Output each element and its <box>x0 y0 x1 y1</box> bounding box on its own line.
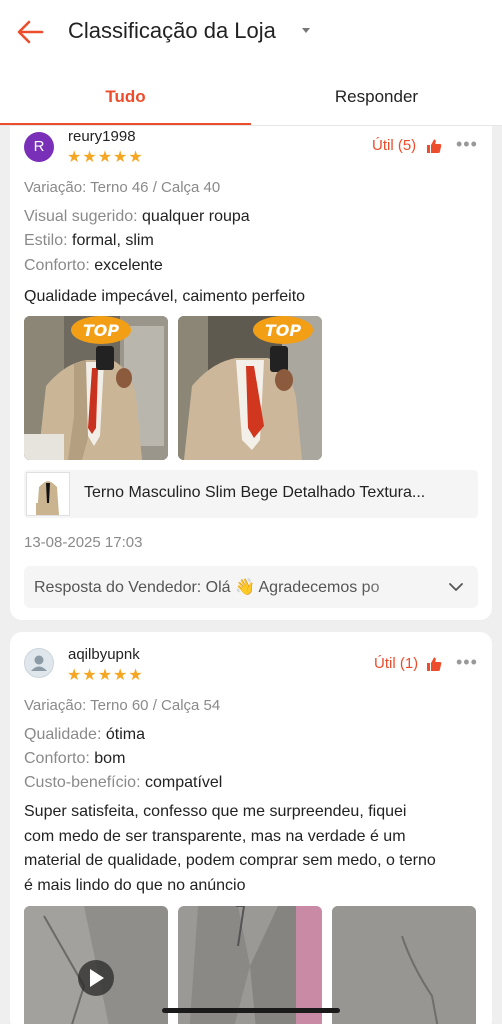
review-text-line: material de qualidade, podem comprar sem… <box>24 852 436 869</box>
product-name: Terno Masculino Slim Bege Detalhado Text… <box>84 484 426 501</box>
attribute-row: Visual sugerido: qualquer roupa <box>24 208 250 226</box>
review-text: Super satisfeita, confesso que me surpre… <box>24 800 484 898</box>
tab-bar: Tudo Responder <box>0 68 502 126</box>
reply-fade <box>362 566 432 608</box>
attribute-row: Conforto: bom <box>24 750 125 768</box>
attribute-key: Qualidade: <box>24 726 102 743</box>
attribute-row: Conforto: excelente <box>24 257 163 275</box>
attribute-value: bom <box>94 750 126 767</box>
attribute-value: compatível <box>144 774 223 791</box>
badge-label: TOP <box>265 321 302 340</box>
reviewer-username: aqilbyupnk <box>68 646 140 663</box>
more-options-icon[interactable]: ••• <box>456 134 478 155</box>
dropdown-caret-icon[interactable] <box>302 28 310 33</box>
back-arrow-icon[interactable] <box>14 16 46 48</box>
attribute-value: qualquer roupa <box>142 208 250 225</box>
review-text-line: Super satisfeita, confesso que me surpre… <box>24 803 407 820</box>
top-bar: Classificação da Loja <box>0 0 502 68</box>
product-thumbnail <box>26 472 70 516</box>
review-video[interactable] <box>24 906 168 1024</box>
review-date: 13-08-2025 17:03 <box>24 534 143 551</box>
badge-label: TOP <box>83 321 120 340</box>
attribute-key: Custo-benefício: <box>24 774 141 791</box>
review-card: aqilbyupnk ★★★★★ Útil (1) ••• Variação: … <box>10 632 492 1024</box>
page-title[interactable]: Classificação da Loja <box>68 18 276 44</box>
variation-text: Variação: Terno 46 / Calça 40 <box>24 179 221 196</box>
chevron-down-icon[interactable] <box>448 580 464 594</box>
avatar[interactable]: R <box>24 132 54 162</box>
attribute-row: Estilo: formal, slim <box>24 232 154 250</box>
reviewer-username: reury1998 <box>68 128 136 145</box>
seller-reply[interactable]: Resposta do Vendedor: Olá 👋 Agradecemos … <box>24 566 478 608</box>
review-photo[interactable] <box>332 906 476 1024</box>
top-badge-sticker: TOP <box>253 316 313 344</box>
top-badge-sticker: TOP <box>71 316 131 344</box>
avatar[interactable] <box>24 648 54 678</box>
attribute-key: Conforto: <box>24 257 90 274</box>
thumbs-up-icon[interactable] <box>426 656 442 672</box>
user-icon <box>31 655 47 671</box>
attribute-key: Estilo: <box>24 232 68 249</box>
review-card: R reury1998 ★★★★★ Útil (5) ••• Variação:… <box>10 126 492 620</box>
review-text-line: é mais lindo do que no anúncio <box>24 876 246 894</box>
more-options-icon[interactable]: ••• <box>456 652 478 673</box>
tab-tudo[interactable]: Tudo <box>0 68 251 126</box>
attribute-key: Conforto: <box>24 750 90 767</box>
tab-responder[interactable]: Responder <box>251 68 502 126</box>
attribute-value: ótima <box>105 726 145 743</box>
review-photo[interactable]: TOP <box>178 316 322 460</box>
home-indicator <box>162 1008 340 1013</box>
thumbs-up-icon[interactable] <box>426 138 442 154</box>
review-photo[interactable]: TOP <box>24 316 168 460</box>
variation-text: Variação: Terno 60 / Calça 54 <box>24 697 221 714</box>
review-text: Qualidade impecável, caimento perfeito <box>24 288 306 305</box>
product-link[interactable]: Terno Masculino Slim Bege Detalhado Text… <box>24 470 478 518</box>
review-photo[interactable] <box>178 906 322 1024</box>
attribute-row: Qualidade: ótima <box>24 726 145 744</box>
attribute-value: formal, slim <box>72 232 154 249</box>
star-rating: ★★★★★ <box>67 149 144 166</box>
attribute-value: excelente <box>94 257 163 274</box>
star-rating: ★★★★★ <box>67 667 144 684</box>
review-text-line: com medo de ser transparente, mas na ver… <box>24 827 406 845</box>
attribute-key: Visual sugerido: <box>24 208 138 225</box>
helpful-count[interactable]: Útil (5) <box>372 137 416 154</box>
helpful-count[interactable]: Útil (1) <box>374 655 418 672</box>
attribute-row: Custo-benefício: compatível <box>24 774 222 792</box>
